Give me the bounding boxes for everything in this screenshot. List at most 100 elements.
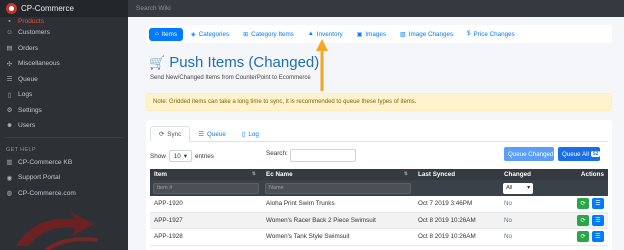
sidebar-item-kb[interactable]: ▥ CP-Commerce KB bbox=[0, 155, 128, 171]
queue-all-label: Queue All bbox=[562, 150, 589, 158]
view-row-button[interactable]: ☰ bbox=[592, 214, 604, 226]
tab-label: Categories bbox=[198, 30, 230, 38]
tab-images[interactable]: ▣ Images bbox=[351, 28, 392, 41]
header-changed[interactable]: Changed bbox=[500, 171, 568, 178]
tag-icon: ◈ bbox=[191, 31, 196, 38]
file-icon: ▯ bbox=[241, 130, 246, 138]
queue-icon: ☰ bbox=[6, 76, 13, 84]
sidebar-item-support[interactable]: ◉ Support Portal bbox=[0, 170, 128, 186]
page-title: 🛒 Push Items (Changed) bbox=[149, 54, 319, 71]
tab-queue[interactable]: ☰ Queue bbox=[190, 126, 234, 142]
logo-icon bbox=[6, 3, 17, 14]
sidebar-item-website[interactable]: ◍ CP-Commerce.com bbox=[0, 186, 128, 202]
sidebar-item-settings[interactable]: ⚙ Settings bbox=[0, 103, 128, 119]
book-icon: ▥ bbox=[6, 159, 13, 167]
brand-name: CP-Commerce bbox=[21, 4, 74, 13]
page-size-select[interactable]: 10 ▾ bbox=[168, 150, 192, 162]
sidebar-item-label: Orders bbox=[18, 44, 39, 52]
main-content: ⌂ Items ◈ Categories ⊞ Category Items ▲ … bbox=[128, 17, 624, 250]
header-ec-name[interactable]: Ec Name ⇅ bbox=[262, 171, 414, 178]
table-row: APP-1927 Women's Racer Back 2 Piece Swim… bbox=[150, 212, 608, 229]
table-filters: Item # Name All ▾ bbox=[150, 180, 608, 196]
table-row: APP-1928 Women's Tank Style Swimsuit Oct… bbox=[150, 229, 608, 246]
sync-subtabs: ⟳ Sync ☰ Queue ▯ Log bbox=[150, 126, 608, 142]
sitemap-icon: ⊞ bbox=[243, 31, 249, 38]
sidebar-item-users[interactable]: ☻ Users bbox=[0, 118, 128, 134]
sidebar-item-label: Settings bbox=[18, 106, 42, 114]
table-row: APP-1920 Aloha Print Swim Trunks Oct 7 2… bbox=[150, 196, 608, 213]
gear-icon: ⚙ bbox=[6, 107, 13, 115]
sidebar-item-miscellaneous[interactable]: ✣ Miscellaneous bbox=[0, 56, 128, 72]
image-icon: ▣ bbox=[356, 31, 363, 38]
subtab-label: Sync bbox=[167, 130, 182, 138]
search-label: Search: bbox=[266, 150, 288, 157]
sort-icon: ⇅ bbox=[251, 171, 256, 177]
tab-price-changes[interactable]: $ Price Changes bbox=[461, 28, 521, 41]
name-filter-input[interactable]: Name bbox=[265, 182, 411, 194]
cell-changed: No bbox=[504, 216, 513, 224]
row-actions: ⟳ ☰ bbox=[568, 214, 608, 226]
chevron-down-icon: ▾ bbox=[527, 185, 530, 191]
queue-all-count-badge: 52 bbox=[590, 151, 601, 157]
sync-icon: ⟳ bbox=[159, 130, 165, 138]
cell-item: APP-1920 bbox=[154, 200, 183, 208]
chevron-down-icon: ▾ bbox=[183, 152, 187, 160]
sidebar-item-label: Support Portal bbox=[18, 174, 61, 182]
tab-categories[interactable]: ◈ Categories bbox=[185, 28, 235, 41]
sidebar-item-label: Logs bbox=[18, 91, 33, 99]
sidebar-item-orders[interactable]: ▤ Orders bbox=[0, 41, 128, 57]
box-icon: ▪ bbox=[8, 17, 11, 25]
tab-sync[interactable]: ⟳ Sync bbox=[150, 126, 191, 142]
changed-filter-select[interactable]: All ▾ bbox=[503, 182, 533, 194]
queue-changed-button[interactable]: Queue Changed bbox=[504, 147, 554, 161]
sync-row-button[interactable]: ⟳ bbox=[577, 198, 589, 210]
sidebar-item-label: Products bbox=[18, 17, 45, 25]
show-label: Show bbox=[150, 152, 166, 160]
misc-icon: ✣ bbox=[6, 60, 13, 68]
sidebar-item-label: Queue bbox=[18, 75, 38, 83]
row-actions: ⟳ ☰ bbox=[568, 198, 608, 210]
tab-label: Image Changes bbox=[408, 30, 454, 38]
queue-icon: ☰ bbox=[198, 130, 204, 138]
view-row-button[interactable]: ☰ bbox=[592, 231, 604, 243]
header-last-synced[interactable]: Last Synced bbox=[414, 171, 500, 178]
sidebar-item-label: CP-Commerce KB bbox=[18, 158, 73, 166]
log-icon: ▯ bbox=[7, 91, 12, 99]
tab-label: Items bbox=[161, 30, 178, 38]
wiki-search-input[interactable]: Search Wiki bbox=[136, 5, 171, 12]
sidebar-item-products[interactable]: ▪ Products bbox=[0, 17, 128, 25]
header-item[interactable]: Item ⇅ bbox=[150, 171, 262, 178]
cell-name: Women's Racer Back 2 Piece Swimsuit bbox=[266, 216, 376, 224]
sort-icon: ⇅ bbox=[403, 171, 408, 177]
receipt-icon: ▤ bbox=[6, 45, 13, 53]
sync-icon: ⟳ bbox=[580, 217, 586, 224]
table-search-input[interactable] bbox=[290, 149, 356, 162]
tab-image-changes[interactable]: ▧ Image Changes bbox=[394, 28, 459, 41]
sync-icon: ⟳ bbox=[580, 201, 586, 208]
user-icon: ☻ bbox=[6, 122, 13, 130]
sync-icon: ⟳ bbox=[580, 234, 586, 241]
sidebar-item-label: CP-Commerce.com bbox=[18, 189, 76, 197]
subtab-label: Log bbox=[248, 130, 259, 138]
brand[interactable]: CP-Commerce bbox=[0, 0, 128, 17]
sync-row-button[interactable]: ⟳ bbox=[577, 231, 589, 243]
sync-row-button[interactable]: ⟳ bbox=[577, 214, 589, 226]
list-icon: ☰ bbox=[595, 217, 601, 224]
cell-synced: Oct 7 2019 3:46PM bbox=[418, 200, 473, 208]
changed-filter-value: All bbox=[506, 185, 513, 191]
item-filter-input[interactable]: Item # bbox=[153, 182, 259, 194]
view-row-button[interactable]: ☰ bbox=[592, 198, 604, 210]
tab-log[interactable]: ▯ Log bbox=[234, 126, 267, 142]
queue-all-button[interactable]: Queue All 52 bbox=[558, 147, 601, 161]
cell-name: Women's Tank Style Swimsuit bbox=[266, 233, 350, 241]
table-controls: Show 10 ▾ entries Search: Queue Changed … bbox=[150, 147, 608, 163]
sidebar-item-logs[interactable]: ▯ Logs bbox=[0, 87, 128, 103]
cell-synced: Oct 8 2019 10:26AM bbox=[418, 233, 476, 241]
sync-card: ⟳ Sync ☰ Queue ▯ Log Show 10 ▾ entries S… bbox=[146, 120, 612, 250]
tab-category-items[interactable]: ⊞ Category Items bbox=[237, 28, 300, 41]
sidebar-item-queue[interactable]: ☰ Queue bbox=[0, 72, 128, 88]
cell-item: APP-1927 bbox=[154, 216, 183, 224]
subtab-label: Queue bbox=[206, 130, 226, 138]
tab-items[interactable]: ⌂ Items bbox=[149, 27, 184, 41]
sidebar-item-customers[interactable]: ☺ Customers bbox=[0, 25, 128, 41]
